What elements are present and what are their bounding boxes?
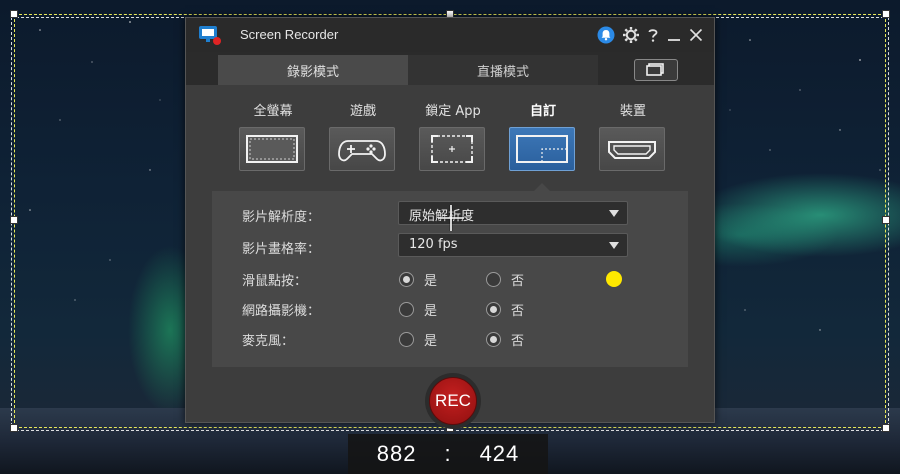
close-icon[interactable] (687, 26, 705, 44)
radio-selected-icon (399, 272, 414, 287)
microphone-no-radio[interactable]: 否 (486, 330, 524, 349)
lock-app-button[interactable] (419, 127, 485, 171)
mode-device-label: 裝置 (619, 104, 646, 119)
help-icon[interactable] (644, 26, 662, 44)
resize-handle-bottom-left[interactable] (10, 424, 18, 432)
mini-mode-button[interactable] (634, 59, 678, 81)
resize-handle-bottom-right[interactable] (882, 424, 890, 432)
resize-handle-top-left[interactable] (10, 10, 18, 18)
app-title: Screen Recorder (240, 27, 339, 42)
framerate-select[interactable]: 120 fps (398, 233, 628, 257)
fullscreen-button[interactable] (239, 127, 305, 171)
webcam-row: 網路攝影機： 是 否 (212, 293, 688, 323)
microphone-label: 麥克風： (242, 334, 295, 349)
rec-button-ring: REC (425, 373, 481, 429)
click-highlight-color-swatch[interactable] (606, 271, 622, 287)
app-logo-icon (199, 26, 221, 45)
microphone-no-label: 否 (511, 334, 525, 349)
mouse-click-label: 滑鼠點按： (242, 274, 308, 289)
title-bar[interactable]: Screen Recorder (186, 18, 714, 52)
mouse-click-no-label: 否 (511, 274, 525, 289)
framerate-row: 影片畫格率： 120 fps (212, 231, 688, 261)
mouse-click-yes-radio[interactable]: 是 (399, 270, 437, 289)
webcam-no-radio[interactable]: 否 (486, 300, 524, 319)
resize-handle-right[interactable] (882, 216, 890, 224)
resolution-select[interactable]: 原始解析度 (398, 201, 628, 225)
microphone-yes-radio[interactable]: 是 (399, 330, 437, 349)
resize-handle-left[interactable] (10, 216, 18, 224)
record-mode-panel: 全螢幕 遊戲 鎖定 App 自訂 裝置 影片解析度： 影片畫格率： 120 fp… (186, 85, 714, 429)
mode-device[interactable]: 裝置 (599, 103, 667, 171)
selection-size-readout: 882 : 424 (348, 434, 548, 474)
custom-region-icon (516, 135, 568, 163)
mode-fullscreen[interactable]: 全螢幕 (239, 103, 307, 171)
mouse-click-row: 滑鼠點按： 是 否 (212, 263, 688, 293)
selection-width: 882 (376, 441, 417, 466)
webcam-no-label: 否 (511, 304, 525, 319)
radio-selected-icon (486, 302, 501, 317)
notification-bell-icon[interactable] (597, 26, 615, 44)
mode-lock-app-label: 鎖定 App (425, 104, 481, 119)
mode-fullscreen-label: 全螢幕 (253, 104, 293, 119)
gamepad-icon (338, 140, 386, 162)
custom-region-button[interactable] (509, 127, 575, 171)
mode-game[interactable]: 遊戲 (329, 103, 397, 171)
selection-separator: : (444, 441, 452, 466)
resize-handle-top-right[interactable] (882, 10, 890, 18)
webcam-yes-label: 是 (424, 304, 438, 319)
radio-selected-icon (486, 332, 501, 347)
fullscreen-icon (246, 135, 298, 163)
device-button[interactable] (599, 127, 665, 171)
settings-gear-icon[interactable] (622, 26, 640, 44)
active-mode-pointer (534, 183, 550, 191)
webcam-yes-radio[interactable]: 是 (399, 300, 437, 319)
mode-lock-app[interactable]: 鎖定 App (419, 103, 487, 171)
hdmi-device-icon (608, 141, 656, 159)
microphone-row: 麥克風： 是 否 (212, 323, 688, 353)
radio-unselected-icon (399, 302, 414, 317)
mode-tabs: 錄影模式 直播模式 (218, 55, 712, 85)
game-button[interactable] (329, 127, 395, 171)
mode-game-label: 遊戲 (349, 104, 376, 119)
tab-live-mode[interactable]: 直播模式 (408, 55, 598, 85)
dropdown-arrow-icon (609, 242, 619, 249)
mouse-click-no-radio[interactable]: 否 (486, 270, 524, 289)
framerate-label: 影片畫格率： (242, 242, 321, 257)
webcam-label: 網路攝影機： (242, 304, 321, 319)
resolution-label: 影片解析度： (242, 210, 321, 225)
tab-record-mode[interactable]: 錄影模式 (218, 55, 408, 85)
microphone-yes-label: 是 (424, 334, 438, 349)
crosshair-cursor-icon (438, 205, 464, 231)
framerate-value: 120 fps (409, 237, 458, 252)
mouse-click-yes-label: 是 (424, 274, 438, 289)
mode-custom-label: 自訂 (529, 104, 556, 119)
lock-app-icon (431, 135, 473, 163)
mini-mode-icon (646, 63, 664, 76)
radio-unselected-icon (486, 272, 501, 287)
selection-height: 424 (479, 441, 520, 466)
dropdown-arrow-icon (609, 210, 619, 217)
rec-button[interactable]: REC (429, 377, 477, 425)
mode-custom[interactable]: 自訂 (509, 103, 577, 171)
minimize-icon[interactable] (665, 26, 683, 44)
radio-unselected-icon (399, 332, 414, 347)
